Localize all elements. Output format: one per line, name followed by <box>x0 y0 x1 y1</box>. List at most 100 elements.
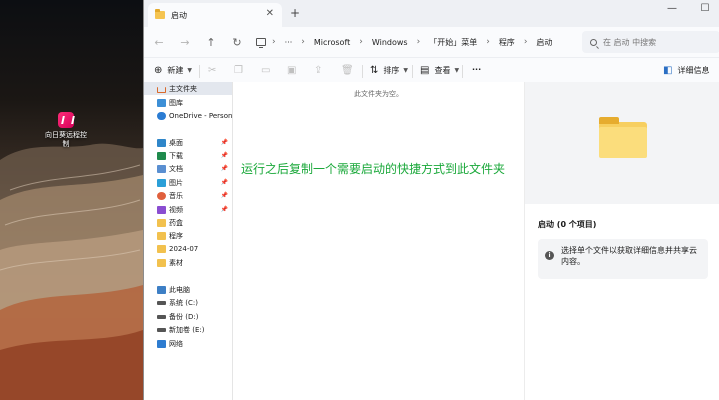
sidebar-item-network[interactable]: 网络 <box>144 337 232 350</box>
pin-icon: 📌 <box>220 165 228 172</box>
share-icon: ⇪ <box>314 65 323 76</box>
sidebar-item-drive-e[interactable]: 新加卷 (E:) <box>144 323 232 336</box>
rename-icon: ▣ <box>287 65 297 76</box>
scissors-icon: ✂ <box>208 65 217 76</box>
file-explorer-window: 启动 ✕ + — ☐ ← → ↑ ↻ › ··· › Microsoft › W… <box>143 0 719 400</box>
sidebar-item-home[interactable]: 主文件夹 <box>144 82 232 95</box>
sidebar-item-drive-d[interactable]: 备份 (D:) <box>144 310 232 323</box>
pictures-icon <box>157 178 166 187</box>
breadcrumb-programs[interactable]: 程序 <box>499 37 515 48</box>
refresh-button[interactable]: ↻ <box>224 36 250 49</box>
breadcrumb-startup[interactable]: 启动 <box>536 37 552 48</box>
details-pane-icon: ◧ <box>663 65 673 76</box>
details-info-text: 选择单个文件以获取详细信息并共享云内容。 <box>561 246 697 266</box>
sidebar-item-label: 素材 <box>169 258 183 267</box>
sidebar-item-label: 视频 <box>169 205 183 214</box>
sidebar-item-videos[interactable]: 视频 📌 <box>144 203 232 216</box>
view-icon: ▤ <box>420 65 430 76</box>
new-button[interactable]: ⊕ 新建 ▼ <box>154 65 192 76</box>
trash-icon: 🗑 <box>341 65 354 76</box>
sidebar-item-label: 药盒 <box>169 218 183 227</box>
folder-icon <box>155 9 165 19</box>
minimize-button[interactable]: — <box>659 3 685 14</box>
sidebar-item-drive-c[interactable]: 系统 (C:) <box>144 296 232 309</box>
maximize-button[interactable]: ☐ <box>692 3 718 14</box>
pin-icon: 📌 <box>220 139 228 146</box>
desktop-icon <box>157 138 166 147</box>
chevron-down-icon: ▼ <box>403 67 409 74</box>
rename-button[interactable]: ▣ <box>287 65 301 76</box>
drive-icon <box>157 327 166 332</box>
desktop-shortcut-sunlogin[interactable]: 向日葵远程控制 <box>44 112 88 149</box>
chevron-right-icon: › <box>301 37 305 47</box>
sunlogin-app-icon <box>58 112 74 128</box>
sidebar-item-pictures[interactable]: 图片 📌 <box>144 176 232 189</box>
search-placeholder: 在 启动 中搜索 <box>603 37 657 47</box>
view-label: 查看 <box>434 66 451 75</box>
breadcrumb-overflow[interactable]: ··· <box>285 38 293 47</box>
sidebar-item-label: 系统 (C:) <box>169 298 198 307</box>
details-pane-button[interactable]: ◧ 详细信息 <box>663 65 709 76</box>
toolbar-divider <box>462 65 463 78</box>
paste-button[interactable]: ▭ <box>261 65 275 76</box>
sidebar-item-gallery[interactable]: 图库 <box>144 96 232 109</box>
videos-icon <box>157 205 166 214</box>
details-title: 启动 (0 个项目) <box>538 220 597 229</box>
tab-bar: 启动 ✕ + — ☐ <box>144 0 719 27</box>
desktop-shortcut-label: 向日葵远程控制 <box>45 131 87 148</box>
pin-icon: 📌 <box>220 206 228 213</box>
sidebar-item-label: 文档 <box>169 164 183 173</box>
sidebar-item-desktop[interactable]: 桌面 📌 <box>144 136 232 149</box>
view-button[interactable]: ▤ 查看 ▼ <box>420 65 459 76</box>
navigation-pane: 主文件夹 图库 OneDrive - Persona 桌面 📌 下载 📌 文档 … <box>144 82 233 400</box>
command-bar: ⊕ 新建 ▼ ✂ ❐ ▭ ▣ ⇪ 🗑 ⇅ 排序 ▼ ▤ 查看 ▼ ··· ◧ 详… <box>144 57 719 84</box>
up-button[interactable]: ↑ <box>198 36 224 49</box>
breadcrumb-windows[interactable]: Windows <box>372 38 408 47</box>
breadcrumb-microsoft[interactable]: Microsoft <box>314 38 350 47</box>
onedrive-icon <box>157 111 166 120</box>
sidebar-item-label: 新加卷 (E:) <box>169 325 205 334</box>
share-button[interactable]: ⇪ <box>314 65 327 76</box>
sidebar-item-folder-programs[interactable]: 程序 <box>144 229 232 242</box>
sidebar-item-folder-assets[interactable]: 素材 <box>144 256 232 269</box>
sidebar-item-label: 网络 <box>169 339 183 348</box>
delete-button[interactable]: 🗑 <box>341 65 359 76</box>
sidebar-item-label: 程序 <box>169 231 183 240</box>
sidebar-item-folder-2024-07[interactable]: 2024-07 <box>144 242 232 255</box>
sidebar-item-label: 图片 <box>169 178 183 187</box>
tab-startup[interactable]: 启动 ✕ <box>148 3 282 27</box>
back-button[interactable]: ← <box>146 36 172 49</box>
sidebar-item-documents[interactable]: 文档 📌 <box>144 162 232 175</box>
breadcrumb-start-menu[interactable]: 「开始」菜单 <box>429 37 477 48</box>
cut-button[interactable]: ✂ <box>208 65 221 76</box>
sidebar-item-folder-yaohe[interactable]: 药盒 <box>144 216 232 229</box>
close-tab-icon[interactable]: ✕ <box>266 8 274 19</box>
toolbar-divider <box>412 65 413 78</box>
gallery-icon <box>157 98 166 107</box>
address-bar[interactable]: › ··· › Microsoft › Windows › 「开始」菜单 › 程… <box>256 31 576 53</box>
new-tab-button[interactable]: + <box>290 6 300 20</box>
more-options-button[interactable]: ··· <box>472 65 481 74</box>
sidebar-item-this-pc[interactable]: 此电脑 <box>144 283 232 296</box>
forward-button[interactable]: → <box>172 36 198 49</box>
drive-icon <box>157 314 166 319</box>
new-label: 新建 <box>167 66 184 75</box>
sidebar-item-label: 2024-07 <box>169 244 199 253</box>
sidebar-item-label: 备份 (D:) <box>169 312 199 321</box>
network-icon <box>157 339 166 348</box>
navigation-bar: ← → ↑ ↻ › ··· › Microsoft › Windows › 「开… <box>144 27 719 57</box>
sidebar-item-onedrive[interactable]: OneDrive - Persona <box>144 109 232 122</box>
sidebar-item-label: OneDrive - Persona <box>169 111 232 120</box>
file-list-area[interactable]: 此文件夹为空。 运行之后复制一个需要启动的快捷方式到此文件夹 <box>233 82 524 400</box>
search-box[interactable]: 在 启动 中搜索 <box>582 31 719 53</box>
sidebar-item-downloads[interactable]: 下载 📌 <box>144 149 232 162</box>
preview-area <box>525 82 719 204</box>
copy-icon: ❐ <box>234 65 243 76</box>
folder-icon <box>157 231 166 240</box>
sidebar-item-music[interactable]: 音乐 📌 <box>144 189 232 202</box>
copy-button[interactable]: ❐ <box>234 65 248 76</box>
sidebar-item-label: 下载 <box>169 151 183 160</box>
this-pc-icon <box>157 285 166 294</box>
sort-button[interactable]: ⇅ 排序 ▼ <box>370 65 408 76</box>
pin-icon: 📌 <box>220 179 228 186</box>
